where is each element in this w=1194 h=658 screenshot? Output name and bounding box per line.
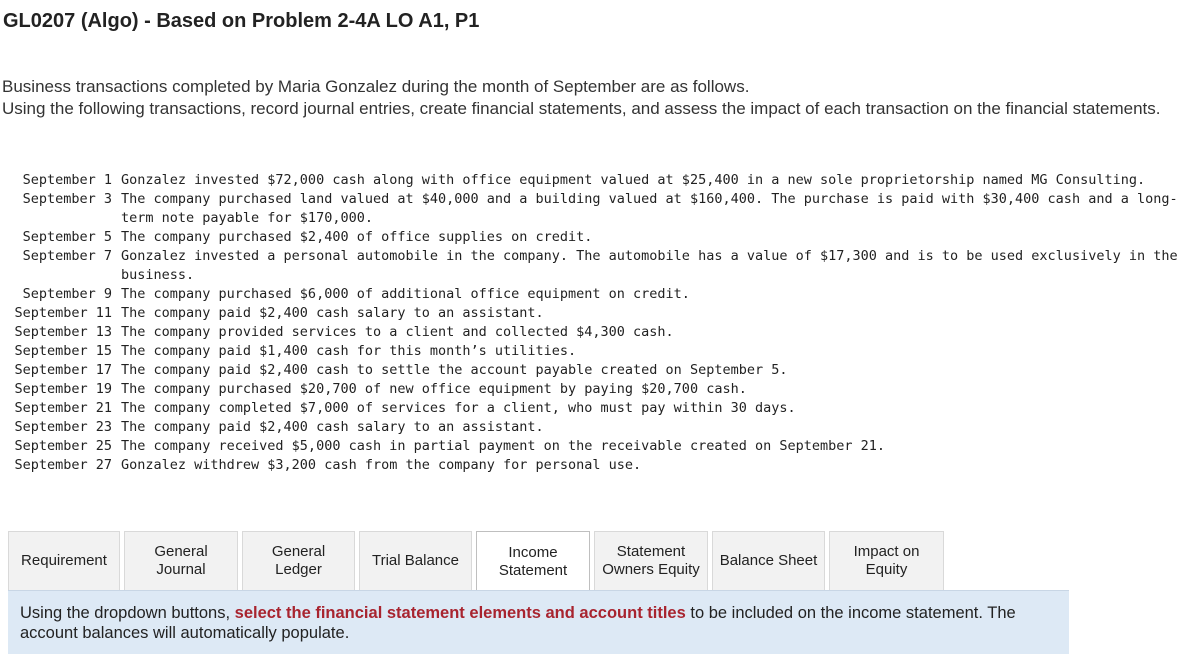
requirement-tabs: Requirement General Journal General Ledger… [8,531,948,591]
transaction-date: September 21 [14,400,112,416]
transaction-date: September 23 [14,419,112,435]
tab-label: Requirement [21,552,107,569]
transaction-description: Gonzalez withdrew $3,200 cash from the c… [121,457,642,473]
transaction-description: The company purchased $6,000 of addition… [121,286,690,302]
transaction-row: September 11 The company paid $2,400 cash… [2,304,1183,323]
transaction-row: September 19 The company purchased $20,70… [2,380,1183,399]
transaction-row: September 5 The company purchased $2,400 … [2,228,1183,247]
transaction-row: September 27 Gonzalez withdrew $3,200 cas… [2,456,1183,475]
transaction-row: September 7 Gonzalez invested a personal … [2,247,1183,285]
transaction-description: Gonzalez invested a personal automobile … [121,248,1178,283]
transaction-description: The company purchased $20,700 of new off… [121,381,747,397]
transaction-date: September 1 [22,172,112,188]
transaction-row: September 17 The company paid $2,400 cash… [2,361,1183,380]
transaction-date: September 5 [22,229,112,245]
transaction-row: September 1 Gonzalez invested $72,000 cas… [2,171,1183,190]
transactions-table: September 1 Gonzalez invested $72,000 cas… [2,171,1183,475]
transaction-description: The company purchased land valued at $40… [121,191,1178,226]
instruction-panel: Using the dropdown buttons, select the f… [8,590,1069,654]
tab-balance-sheet[interactable]: Balance Sheet [712,531,825,590]
transaction-date: September 3 [22,191,112,207]
transaction-description: The company paid $1,400 cash for this mo… [121,343,577,359]
transaction-date: September 9 [22,286,112,302]
tab-general-journal[interactable]: General Journal [124,531,238,590]
tab-label: Statement Owners Equity [602,543,700,578]
transaction-description: Gonzalez invested $72,000 cash along wit… [121,172,1146,188]
tab-income-statement[interactable]: Income Statement [476,531,590,591]
tab-general-ledger[interactable]: General Ledger [242,531,355,590]
transaction-row: September 23 The company paid $2,400 cash… [2,418,1183,437]
intro-line-2: Using the following transactions, record… [2,99,1161,118]
transaction-row: September 21 The company completed $7,000… [2,399,1183,418]
transaction-description: The company provided services to a clien… [121,324,674,340]
transaction-date: September 25 [14,438,112,454]
tab-label: Impact on Equity [853,543,920,578]
transaction-date: September 11 [14,305,112,321]
transaction-row: September 15 The company paid $1,400 cash… [2,342,1183,361]
tab-requirement[interactable]: Requirement [8,531,120,590]
transaction-description: The company completed $7,000 of services… [121,400,796,416]
tab-label: Trial Balance [372,552,459,569]
transaction-description: The company paid $2,400 cash salary to a… [121,305,544,321]
intro-line-1: Business transactions completed by Maria… [2,77,750,96]
tab-label: General Journal [154,543,208,578]
page-title: GL0207 (Algo) - Based on Problem 2-4A LO… [3,10,480,32]
tab-statement-owners-equity[interactable]: Statement Owners Equity [594,531,708,590]
transaction-date: September 13 [14,324,112,340]
transaction-row: September 3 The company purchased land va… [2,190,1183,228]
tab-label: General Ledger [271,543,326,578]
tab-label: Balance Sheet [719,552,818,569]
transaction-description: The company received $5,000 cash in part… [121,438,886,454]
tab-label: Income Statement [498,543,568,579]
transaction-date: September 7 [22,248,112,264]
instruction-text-pre: Using the dropdown buttons, [20,604,235,622]
transaction-description: The company paid $2,400 cash salary to a… [121,419,544,435]
tab-trial-balance[interactable]: Trial Balance [359,531,472,590]
tab-impact-on-equity[interactable]: Impact on Equity [829,531,944,590]
intro-text: Business transactions completed by Maria… [2,76,1182,120]
transaction-description: The company purchased $2,400 of office s… [121,229,593,245]
transaction-row: September 25 The company received $5,000 … [2,437,1183,456]
transaction-description: The company paid $2,400 cash to settle t… [121,362,788,378]
transaction-date: September 15 [14,343,112,359]
transaction-date: September 19 [14,381,112,397]
transaction-row: September 9 The company purchased $6,000 … [2,285,1183,304]
instruction-highlight: select the financial statement elements … [234,604,686,622]
transaction-date: September 17 [14,362,112,378]
transaction-row: September 13 The company provided service… [2,323,1183,342]
transaction-date: September 27 [14,457,112,473]
